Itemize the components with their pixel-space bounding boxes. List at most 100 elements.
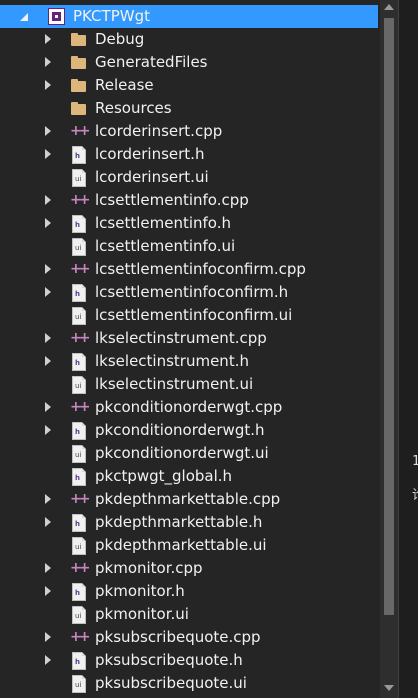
- tree-row-h[interactable]: h lcsettlementinfoconfirm.h: [0, 281, 380, 304]
- ui-file-icon: ui: [70, 238, 87, 256]
- tree-item-label: lcsettlementinfo.cpp: [95, 191, 249, 209]
- tree-row-h[interactable]: h lcsettlementinfo.h: [0, 212, 380, 235]
- chevron-right-icon[interactable]: [45, 563, 51, 573]
- cpp-file-icon: ++: [70, 192, 91, 209]
- chevron-right-icon[interactable]: [45, 586, 51, 596]
- tree-item-label: Debug: [95, 30, 145, 48]
- chevron-right-icon[interactable]: [45, 264, 51, 274]
- cpp-file-icon: ++: [70, 123, 91, 140]
- tree-item-label: pkmonitor.h: [95, 582, 185, 600]
- ui-file-icon: ui: [70, 169, 87, 187]
- tree-row-ui[interactable]: ui pkmonitor.ui: [0, 603, 380, 626]
- chevron-right-icon[interactable]: [45, 333, 51, 343]
- h-glyph: h: [75, 290, 80, 298]
- ui-glyph: ui: [75, 244, 82, 252]
- tree-row-project[interactable]: PKCTPWgt: [0, 5, 378, 28]
- tree-row-folder[interactable]: Resources: [0, 97, 380, 120]
- chevron-right-icon[interactable]: [45, 517, 51, 527]
- tree-row-ui[interactable]: ui lcsettlementinfoconfirm.ui: [0, 304, 380, 327]
- tree-row-h[interactable]: h pkdepthmarkettable.h: [0, 511, 380, 534]
- tree-item-label: lcorderinsert.ui: [95, 168, 209, 186]
- cpp-file-icon: ++: [70, 330, 91, 347]
- cpp-glyph: ++: [70, 399, 91, 415]
- chevron-right-icon[interactable]: [45, 402, 51, 412]
- chevron-right-icon[interactable]: [45, 425, 51, 435]
- chevron-right-icon[interactable]: [45, 287, 51, 297]
- cpp-glyph: ++: [70, 192, 91, 208]
- tree-row-h[interactable]: h pksubscribequote.h: [0, 649, 380, 672]
- chevron-right-icon[interactable]: [45, 494, 51, 504]
- vertical-scrollbar[interactable]: [380, 0, 398, 698]
- tree-row-cpp[interactable]: ++ pkconditionorderwgt.cpp: [0, 396, 380, 419]
- tree-row-h[interactable]: h lcorderinsert.h: [0, 143, 380, 166]
- tree-item-label: pkconditionorderwgt.ui: [95, 444, 269, 462]
- header-file-icon: h: [70, 468, 87, 486]
- tree-item-label: lcsettlementinfoconfirm.ui: [95, 306, 293, 324]
- h-glyph: h: [75, 589, 80, 597]
- chevron-right-icon[interactable]: [45, 34, 51, 44]
- chevron-right-icon[interactable]: [45, 149, 51, 159]
- tree-row-ui[interactable]: ui lcsettlementinfo.ui: [0, 235, 380, 258]
- chevron-right-icon[interactable]: [45, 655, 51, 665]
- chevron-right-icon[interactable]: [45, 126, 51, 136]
- cpp-file-icon: ++: [70, 491, 91, 508]
- editor-edge: 1 论: [398, 0, 418, 698]
- cpp-file-icon: ++: [70, 560, 91, 577]
- chevron-right-icon[interactable]: [45, 80, 51, 90]
- tree-row-folder[interactable]: GeneratedFiles: [0, 51, 380, 74]
- chevron-right-icon[interactable]: [45, 195, 51, 205]
- tree-item-label: lkselectinstrument.h: [95, 352, 249, 370]
- tree-row-cpp[interactable]: ++ pkdepthmarkettable.cpp: [0, 488, 380, 511]
- chevron-right-icon[interactable]: [45, 356, 51, 366]
- tree-row-cpp[interactable]: ++ lcorderinsert.cpp: [0, 120, 380, 143]
- tree-row-cpp[interactable]: ++ pkmonitor.cpp: [0, 557, 380, 580]
- cpp-glyph: ++: [70, 629, 91, 645]
- cpp-file-icon: ++: [70, 629, 91, 646]
- tree-row-ui[interactable]: ui lkselectinstrument.ui: [0, 373, 380, 396]
- scroll-down-icon[interactable]: [384, 685, 394, 691]
- tree-row-h[interactable]: h pkctpwgt_global.h: [0, 465, 380, 488]
- project-label: PKCTPWgt: [73, 7, 150, 25]
- header-file-icon: h: [70, 353, 87, 371]
- cpp-glyph: ++: [70, 123, 91, 139]
- tree-row-ui[interactable]: ui lcorderinsert.ui: [0, 166, 380, 189]
- h-glyph: h: [75, 221, 80, 229]
- tree-row-folder[interactable]: Release: [0, 74, 380, 97]
- tree-row-cpp[interactable]: ++ lkselectinstrument.cpp: [0, 327, 380, 350]
- cpp-glyph: ++: [70, 330, 91, 346]
- tree-row-ui[interactable]: ui pkconditionorderwgt.ui: [0, 442, 380, 465]
- tree-item-label: Release: [95, 76, 154, 94]
- tree-row-cpp[interactable]: ++ lcsettlementinfo.cpp: [0, 189, 380, 212]
- chevron-right-icon[interactable]: [45, 218, 51, 228]
- tree-row-ui[interactable]: ui pkdepthmarkettable.ui: [0, 534, 380, 557]
- tree-item-label: pkconditionorderwgt.h: [95, 421, 265, 439]
- chevron-right-icon[interactable]: [45, 632, 51, 642]
- solution-explorer-tree[interactable]: PKCTPWgt Debug GeneratedFiles Release Resou…: [0, 0, 380, 698]
- tree-row-h[interactable]: h lkselectinstrument.h: [0, 350, 380, 373]
- ui-glyph: ui: [75, 175, 82, 183]
- tree-item-label: pkconditionorderwgt.cpp: [95, 398, 283, 416]
- scroll-up-icon[interactable]: [384, 4, 394, 10]
- ui-glyph: ui: [75, 382, 82, 390]
- expand-arrow-icon[interactable]: [20, 13, 28, 21]
- cpp-glyph: ++: [70, 560, 91, 576]
- ui-glyph: ui: [75, 543, 82, 551]
- header-file-icon: h: [70, 514, 87, 532]
- tree-row-folder[interactable]: Debug: [0, 28, 380, 51]
- cpp-glyph: ++: [70, 491, 91, 507]
- tree-item-label: pksubscribequote.h: [95, 651, 243, 669]
- folder-icon: [70, 100, 87, 117]
- tree-row-ui[interactable]: ui pksubscribequote.ui: [0, 672, 380, 695]
- cpp-file-icon: ++: [70, 261, 91, 278]
- chevron-right-icon[interactable]: [45, 57, 51, 67]
- h-glyph: h: [75, 520, 80, 528]
- ui-file-icon: ui: [70, 606, 87, 624]
- tree-row-h[interactable]: h pkmonitor.h: [0, 580, 380, 603]
- h-glyph: h: [75, 658, 80, 666]
- tree-item-label: pksubscribequote.cpp: [95, 628, 261, 646]
- tree-row-cpp[interactable]: ++ lcsettlementinfoconfirm.cpp: [0, 258, 380, 281]
- tree-row-h[interactable]: h pkconditionorderwgt.h: [0, 419, 380, 442]
- scrollbar-thumb[interactable]: [384, 18, 394, 615]
- tree-item-label: lcsettlementinfoconfirm.cpp: [95, 260, 306, 278]
- tree-row-cpp[interactable]: ++ pksubscribequote.cpp: [0, 626, 380, 649]
